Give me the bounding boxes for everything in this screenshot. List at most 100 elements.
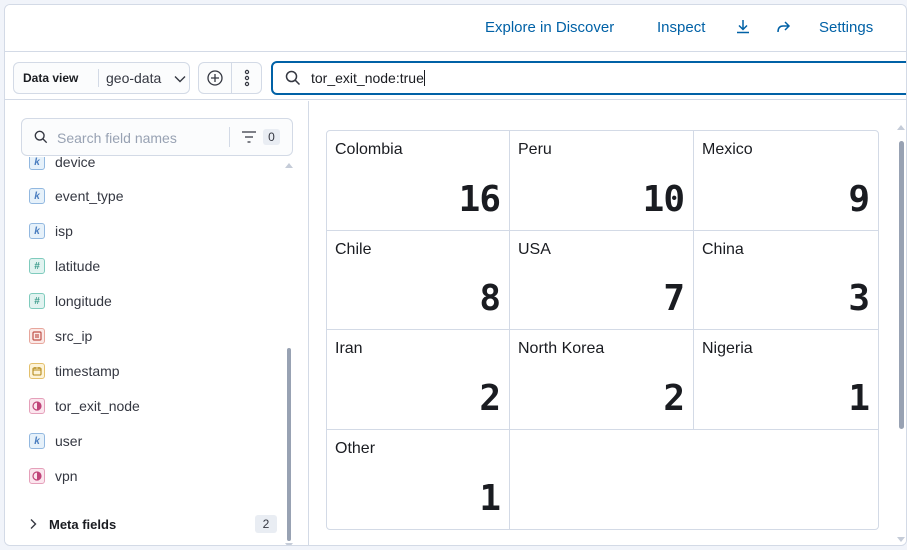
settings-link[interactable]: Settings: [819, 19, 873, 36]
metric-tile: North Korea 2: [510, 330, 694, 430]
metric-value: 8: [479, 278, 501, 319]
query-text: tor_exit_node:true: [311, 70, 425, 86]
metric-value: 10: [642, 179, 685, 220]
metric-label: Chile: [335, 241, 372, 258]
explore-in-discover-link[interactable]: Explore in Discover: [485, 19, 614, 36]
field-item-isp[interactable]: k isp: [21, 217, 271, 245]
field-list-sidebar: Search field names 0 k device k event_ty…: [5, 101, 309, 545]
metric-label: Mexico: [702, 141, 753, 158]
download-icon[interactable]: [734, 18, 752, 36]
data-view-label: Data view: [23, 71, 79, 85]
metric-tile: Mexico 9: [694, 131, 878, 231]
metric-tile: Chile 8: [327, 231, 510, 330]
field-search-placeholder: Search field names: [57, 130, 177, 146]
query-value: tor_exit_node:true: [311, 70, 424, 86]
metric-value: 16: [458, 179, 501, 220]
metric-label: Colombia: [335, 141, 403, 158]
text-cursor: [423, 70, 425, 86]
keyword-type-icon: k: [29, 433, 45, 449]
sidebar-scrollbar[interactable]: [287, 348, 291, 541]
data-view-value: geo-data: [106, 70, 162, 86]
scroll-down-arrow[interactable]: [897, 537, 905, 542]
metric-value: 1: [848, 378, 870, 419]
scroll-up-arrow[interactable]: [897, 125, 905, 130]
field-name: event_type: [55, 188, 124, 204]
metric-label: Iran: [335, 340, 363, 357]
metric-label: North Korea: [518, 340, 605, 357]
share-icon[interactable]: [774, 18, 792, 36]
filter-icon[interactable]: [241, 130, 257, 144]
divider: [229, 127, 230, 147]
field-item-timestamp[interactable]: timestamp: [21, 357, 271, 385]
metric-value: 3: [848, 278, 870, 319]
ip-type-icon: [29, 328, 45, 344]
keyword-type-icon: k: [29, 188, 45, 204]
metric-tile: China 3: [694, 231, 878, 330]
metric-label: China: [702, 241, 744, 258]
metric-label: USA: [518, 241, 551, 258]
field-item-src-ip[interactable]: src_ip: [21, 322, 271, 350]
metric-value: 1: [479, 478, 501, 519]
more-options-icon[interactable]: [232, 63, 264, 93]
field-name: isp: [55, 223, 73, 239]
metric-value: 7: [663, 278, 685, 319]
date-type-icon: [29, 363, 45, 379]
metric-tile: Colombia 16: [327, 131, 510, 231]
metric-tile: Nigeria 1: [694, 330, 878, 430]
divider: [98, 69, 99, 87]
panel-scrollbar[interactable]: [899, 141, 904, 429]
scroll-up-arrow[interactable]: [285, 163, 293, 168]
metric-grid: Colombia 16 Peru 10 Mexico 9 Chile 8 USA…: [326, 130, 879, 530]
boolean-type-icon: [29, 398, 45, 414]
field-name: device: [55, 157, 96, 170]
field-name: vpn: [55, 468, 78, 484]
metric-tile: USA 7: [510, 231, 694, 330]
metric-tile: Iran 2: [327, 330, 510, 430]
scroll-down-arrow[interactable]: [285, 543, 293, 545]
field-item-user[interactable]: k user: [21, 427, 271, 455]
meta-fields-count-badge: 2: [255, 515, 277, 533]
metric-tile: Other 1: [327, 430, 510, 529]
visualization-panel: Colombia 16 Peru 10 Mexico 9 Chile 8 USA…: [310, 101, 906, 545]
keyword-type-icon: k: [29, 157, 45, 170]
field-name: timestamp: [55, 363, 120, 379]
keyword-type-icon: k: [29, 223, 45, 239]
boolean-type-icon: [29, 468, 45, 484]
metric-label: Peru: [518, 141, 552, 158]
field-item-device[interactable]: k device: [21, 157, 271, 176]
chevron-right-icon: [27, 517, 39, 529]
add-filter-button[interactable]: [199, 63, 231, 93]
search-icon: [34, 130, 48, 144]
meta-fields-label: Meta fields: [49, 517, 117, 532]
query-bar: Data view geo-data tor_exit_node:true: [5, 52, 906, 100]
top-toolbar: Explore in Discover Inspect Settings: [5, 5, 906, 52]
field-item-longitude[interactable]: # longitude: [21, 287, 271, 315]
field-name: src_ip: [55, 328, 93, 344]
search-icon: [285, 70, 301, 86]
meta-fields-toggle[interactable]: Meta fields 2: [25, 511, 283, 537]
field-item-latitude[interactable]: # latitude: [21, 252, 271, 280]
app-frame: Explore in Discover Inspect Settings Dat…: [4, 4, 907, 546]
metric-tile: Peru 10: [510, 131, 694, 231]
metric-value: 2: [479, 378, 501, 419]
field-name: longitude: [55, 293, 112, 309]
metric-label: Nigeria: [702, 340, 753, 357]
field-list: k device k event_type k isp # latitude #…: [21, 157, 281, 517]
number-type-icon: #: [29, 293, 45, 309]
number-type-icon: #: [29, 258, 45, 274]
field-name: user: [55, 433, 83, 449]
chevron-down-icon: [173, 72, 186, 84]
field-name: tor_exit_node: [55, 398, 140, 414]
inspect-link[interactable]: Inspect: [657, 19, 705, 36]
field-search-input[interactable]: Search field names 0: [21, 118, 293, 156]
field-item-event-type[interactable]: k event_type: [21, 182, 271, 210]
field-name: latitude: [55, 258, 101, 274]
data-view-picker[interactable]: Data view geo-data: [13, 62, 190, 94]
field-item-vpn[interactable]: vpn: [21, 462, 271, 490]
query-search-input[interactable]: tor_exit_node:true: [271, 61, 906, 95]
filter-count-badge: 0: [263, 129, 280, 145]
field-item-tor-exit-node[interactable]: tor_exit_node: [21, 392, 271, 420]
metric-value: 9: [848, 179, 870, 220]
metric-label: Other: [335, 440, 376, 457]
query-actions-group: [198, 62, 262, 94]
